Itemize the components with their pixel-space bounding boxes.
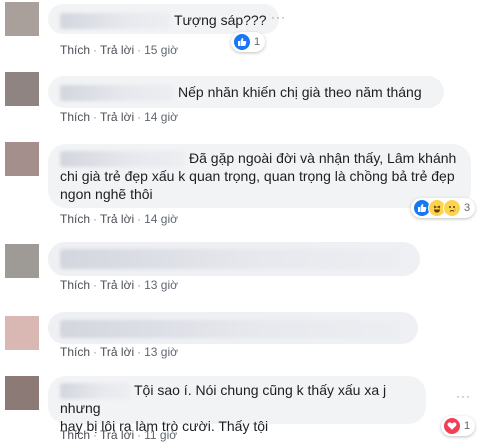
comment-text-line: Tội sao í. Nói chung cũng k thấy xấu xa … [60,381,414,417]
comment-item: Nếp nhăn khiến chị già theo năm tháng Th… [0,66,489,128]
more-options-icon[interactable]: ··· [456,389,470,403]
comment-timestamp[interactable]: 14 giờ [144,110,178,124]
like-link[interactable]: Thích [60,345,90,359]
reaction-summary[interactable]: 1 [231,32,266,52]
separator-dot: · [93,110,98,124]
comment-actions: Thích · Trả lời · 13 giờ [60,345,178,359]
comment-text: Tượng sáp??? [174,12,267,28]
comment-item: Tượng sáp??? 1 Thích · Trả lời · 15 giờ [0,0,489,62]
avatar[interactable] [5,316,39,350]
reply-link[interactable]: Trả lời [100,428,134,442]
comment-item: Đã gặp ngoài đời và nhận thấy, Lâm khánh… [0,128,489,228]
comment-actions: Thích · Trả lời · 15 giờ [60,43,178,57]
reaction-count: 1 [254,36,261,48]
comment-actions: Thích · Trả lời · 11 giờ [60,428,177,442]
comment-item: Thích · Trả lời · 13 giờ [0,236,489,300]
comment-text: Nếp nhăn khiến chị già theo năm tháng [178,84,422,100]
heart-reaction-icon [443,417,461,435]
comment-actions: Thích · Trả lời · 13 giờ [60,278,178,292]
comment-timestamp[interactable]: 14 giờ [144,212,178,226]
separator-dot: · [137,110,142,124]
comment-text: Đã gặp ngoài đời và nhận thấy, Lâm khánh [189,150,457,166]
comment-actions: Thích · Trả lời · 14 giờ [60,212,178,226]
like-reaction-icon [233,33,251,51]
avatar[interactable] [5,244,39,278]
like-link[interactable]: Thích [60,43,90,57]
comment-bubble: Đã gặp ngoài đời và nhận thấy, Lâm khánh… [48,144,471,208]
separator-dot: · [93,43,98,57]
separator-dot: · [137,212,142,226]
reply-link[interactable]: Trả lời [100,212,134,226]
comment-item: Tội sao í. Nói chung cũng k thấy xấu xa … [0,370,489,442]
comment-bubble [48,242,420,276]
separator-dot: · [93,345,98,359]
reply-link[interactable]: Trả lời [100,110,134,124]
comment-bubble: Tội sao í. Nói chung cũng k thấy xấu xa … [48,376,426,434]
more-options-icon[interactable]: ··· [271,10,285,24]
sad-reaction-icon [443,199,461,217]
blurred-author-name [60,13,170,30]
comment-text-line: ngon nghẽ thôi [60,186,153,203]
blurred-comment-text [60,320,400,339]
reaction-count: 3 [464,202,471,214]
comment-item: Thích · Trả lời · 13 giờ [0,308,489,372]
avatar[interactable] [5,72,39,106]
comment-timestamp[interactable]: 11 giờ [144,428,177,442]
like-link[interactable]: Thích [60,428,90,442]
blurred-author-name [60,151,185,168]
reply-link[interactable]: Trả lời [100,43,134,57]
comment-actions: Thích · Trả lời · 14 giờ [60,110,178,124]
comment-text-line: chi già trẻ đẹp xấu k quan trọng, quan t… [60,168,455,185]
separator-dot: · [93,278,98,292]
comment-timestamp[interactable]: 13 giờ [144,345,178,359]
blurred-comment-text [60,249,400,270]
avatar[interactable] [5,376,39,410]
like-link[interactable]: Thích [60,212,90,226]
reply-link[interactable]: Trả lời [100,345,134,359]
like-link[interactable]: Thích [60,278,90,292]
separator-dot: · [137,428,142,442]
avatar[interactable] [5,2,39,36]
separator-dot: · [93,212,98,226]
reaction-summary[interactable]: 1 [441,416,476,436]
reply-link[interactable]: Trả lời [100,278,134,292]
comment-bubble: Nếp nhăn khiến chị già theo năm tháng [48,76,444,108]
reaction-count: 1 [464,420,471,432]
comment-text-line: Đã gặp ngoài đời và nhận thấy, Lâm khánh [60,149,459,168]
separator-dot: · [137,43,142,57]
separator-dot: · [137,278,142,292]
separator-dot: · [93,428,98,442]
avatar[interactable] [5,142,39,176]
blurred-author-name [60,85,174,102]
like-link[interactable]: Thích [60,110,90,124]
comment-bubble: Tượng sáp??? [48,4,279,34]
separator-dot: · [137,345,142,359]
comment-bubble [48,312,418,344]
comment-timestamp[interactable]: 13 giờ [144,278,178,292]
reaction-summary[interactable]: 3 [411,198,476,218]
comment-timestamp[interactable]: 15 giờ [144,43,178,57]
blurred-author-name [60,383,130,400]
